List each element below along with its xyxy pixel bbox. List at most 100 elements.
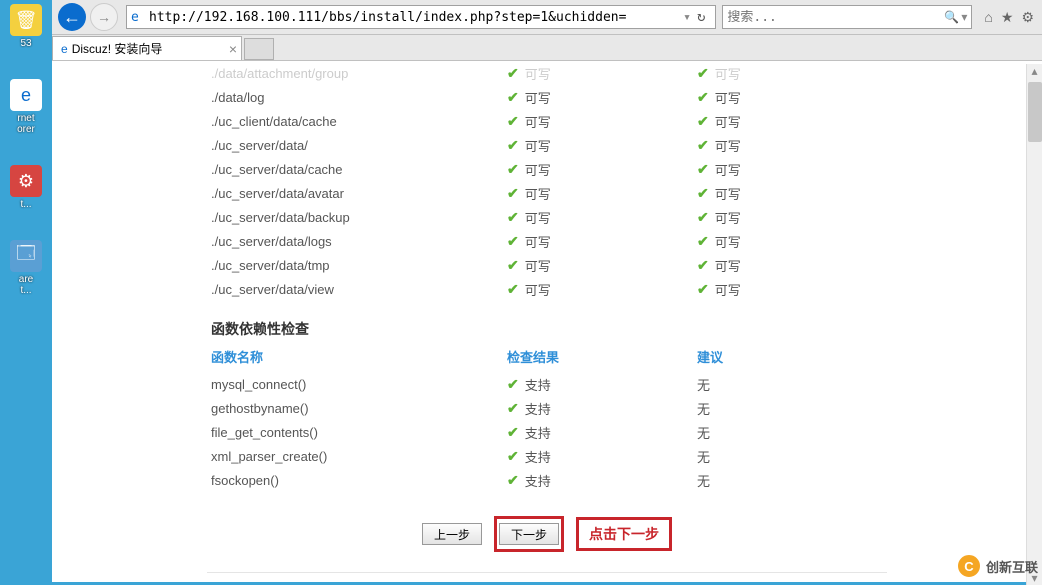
table-row: ./uc_server/data/logs✔可写✔可写: [207, 229, 887, 253]
browser-toolbar: ← → e http://192.168.100.111/bbs/install…: [52, 0, 1042, 35]
func-name-cell: file_get_contents(): [207, 425, 507, 440]
status-cell: ✔可写: [507, 64, 697, 83]
path-cell: ./uc_server/data/avatar: [207, 186, 507, 201]
scroll-thumb[interactable]: [1028, 82, 1042, 142]
check-icon: ✔: [697, 137, 709, 154]
table-row: ./uc_server/data/avatar✔可写✔可写: [207, 181, 887, 205]
status-cell: ✔可写: [697, 112, 847, 131]
header-result: 检查结果: [507, 347, 697, 366]
check-icon: ✔: [507, 161, 519, 178]
check-icon: ✔: [507, 65, 519, 82]
header-name: 函数名称: [207, 347, 507, 366]
watermark-text: 创新互联: [986, 557, 1038, 576]
status-cell: ✔可写: [697, 184, 847, 203]
home-icon[interactable]: ⌂: [984, 9, 992, 26]
check-icon: ✔: [507, 209, 519, 226]
watermark: C 创新互联: [956, 553, 1038, 579]
desktop-icon-ie[interactable]: ernetorer: [4, 79, 48, 135]
func-table-header: 函数名称 检查结果 建议: [207, 347, 887, 366]
directory-check-list: ./data/attachment/group✔可写✔可写./data/log✔…: [207, 61, 887, 301]
check-icon: ✔: [507, 448, 519, 465]
path-cell: ./uc_server/data/cache: [207, 162, 507, 177]
check-icon: ✔: [507, 400, 519, 417]
desktop-icon[interactable]: 🗑53: [4, 4, 48, 49]
tab-discuz[interactable]: e Discuz! 安装向导 ×: [52, 36, 242, 60]
table-row: ./uc_server/data/tmp✔可写✔可写: [207, 253, 887, 277]
search-dropdown-icon[interactable]: ▾: [961, 10, 967, 24]
check-icon: ✔: [697, 65, 709, 82]
func-name-cell: fsockopen(): [207, 473, 507, 488]
prev-button[interactable]: 上一步: [422, 523, 482, 545]
scrollbar[interactable]: ▴ ▾: [1026, 64, 1042, 585]
check-icon: ✔: [697, 113, 709, 130]
next-button[interactable]: 下一步: [499, 523, 559, 545]
address-bar[interactable]: e http://192.168.100.111/bbs/install/ind…: [126, 5, 716, 29]
status-cell: ✔可写: [697, 64, 847, 83]
status-cell: ✔可写: [697, 232, 847, 251]
table-row: mysql_connect()✔支持无: [207, 372, 887, 396]
status-cell: ✔可写: [697, 136, 847, 155]
tab-title: Discuz! 安装向导: [72, 40, 163, 57]
button-row: 上一步 下一步 点击下一步: [207, 516, 887, 552]
result-cell: ✔支持: [507, 423, 697, 442]
status-cell: ✔可写: [507, 280, 697, 299]
new-tab-button[interactable]: [244, 38, 274, 60]
header-suggest: 建议: [697, 347, 847, 366]
dropdown-icon[interactable]: ▾: [683, 10, 691, 25]
check-icon: ✔: [697, 89, 709, 106]
status-cell: ✔可写: [697, 280, 847, 299]
function-check-list: mysql_connect()✔支持无gethostbyname()✔支持无fi…: [207, 372, 887, 492]
search-bar[interactable]: 🔍 ▾: [722, 5, 972, 29]
favorites-icon[interactable]: ★: [1001, 9, 1014, 26]
func-name-cell: xml_parser_create(): [207, 449, 507, 464]
check-icon: ✔: [507, 257, 519, 274]
check-icon: ✔: [507, 472, 519, 489]
check-icon: ✔: [697, 185, 709, 202]
close-icon[interactable]: ×: [229, 41, 237, 57]
check-icon: ✔: [507, 137, 519, 154]
status-cell: ✔可写: [697, 208, 847, 227]
tab-bar: e Discuz! 安装向导 ×: [52, 35, 1042, 61]
search-input[interactable]: [727, 10, 944, 25]
path-cell: ./uc_server/data/logs: [207, 234, 507, 249]
tools-icon[interactable]: ⚙: [1021, 9, 1034, 26]
check-icon: ✔: [507, 281, 519, 298]
func-name-cell: gethostbyname(): [207, 401, 507, 416]
page-content: ./data/attachment/group✔可写✔可写./data/log✔…: [52, 61, 1042, 582]
desktop-icon[interactable]: ⚙t...: [4, 165, 48, 210]
check-icon: ✔: [507, 376, 519, 393]
scroll-up-icon[interactable]: ▴: [1027, 64, 1042, 78]
table-row: file_get_contents()✔支持无: [207, 420, 887, 444]
watermark-icon: C: [956, 553, 982, 579]
path-cell: ./data/attachment/group: [207, 66, 507, 81]
desktop-icon[interactable]: 🗔aret...: [4, 240, 48, 296]
table-row: fsockopen()✔支持无: [207, 468, 887, 492]
check-icon: ✔: [697, 281, 709, 298]
ie-icon: e: [131, 10, 145, 24]
status-cell: ✔可写: [697, 256, 847, 275]
suggest-cell: 无: [697, 375, 847, 394]
path-cell: ./uc_server/data/tmp: [207, 258, 507, 273]
check-icon: ✔: [697, 209, 709, 226]
result-cell: ✔支持: [507, 447, 697, 466]
back-button[interactable]: ←: [58, 3, 86, 31]
table-row: ./uc_server/data/backup✔可写✔可写: [207, 205, 887, 229]
table-row: xml_parser_create()✔支持无: [207, 444, 887, 468]
check-icon: ✔: [507, 89, 519, 106]
status-cell: ✔可写: [697, 88, 847, 107]
table-row: ./data/log✔可写✔可写: [207, 85, 887, 109]
refresh-icon[interactable]: ↻: [691, 9, 711, 25]
table-row: ./uc_server/data/cache✔可写✔可写: [207, 157, 887, 181]
path-cell: ./data/log: [207, 90, 507, 105]
search-icon[interactable]: 🔍: [944, 10, 959, 24]
table-row: ./data/attachment/group✔可写✔可写: [207, 61, 887, 85]
suggest-cell: 无: [697, 471, 847, 490]
table-row: ./uc_server/data/✔可写✔可写: [207, 133, 887, 157]
desktop-sidebar: 🗑53 ernetorer ⚙t... 🗔aret...: [0, 0, 52, 585]
status-cell: ✔可写: [507, 256, 697, 275]
check-icon: ✔: [697, 161, 709, 178]
status-cell: ✔可写: [507, 88, 697, 107]
forward-button[interactable]: →: [90, 3, 118, 31]
section-title-functions: 函数依赖性检查: [211, 319, 887, 339]
hint-box: 点击下一步: [576, 517, 672, 551]
